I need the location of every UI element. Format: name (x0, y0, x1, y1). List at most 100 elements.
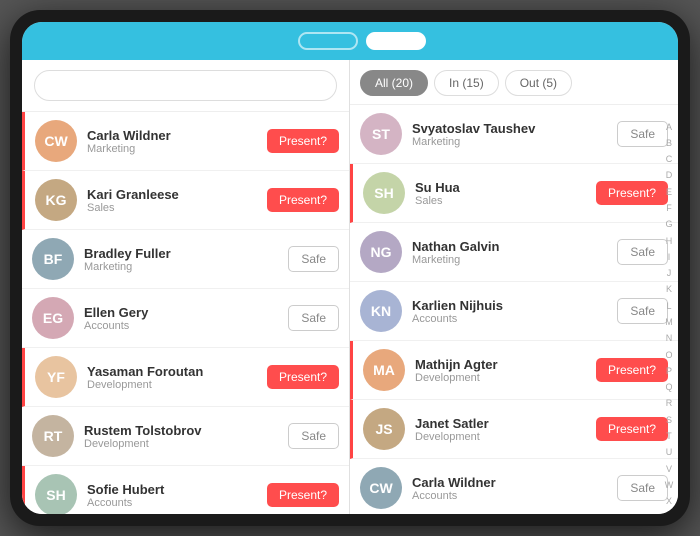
person-name: Mathijn Agter (415, 357, 586, 372)
status-button[interactable]: Safe (617, 121, 668, 147)
person-name: Sofie Hubert (87, 482, 257, 497)
alpha-v[interactable]: V (666, 465, 672, 474)
left-panel: ⌕ CW Carla Wildner Marketing Present? KG… (22, 60, 350, 514)
list-item: SH Sofie Hubert Accounts Present? (22, 466, 349, 514)
list-item: BF Bradley Fuller Marketing Safe (22, 230, 349, 289)
person-info: Karlien Nijhuis Accounts (412, 298, 607, 325)
filter-tab-2[interactable]: Out (5) (505, 70, 572, 96)
alpha-j[interactable]: J (667, 269, 672, 278)
alpha-q[interactable]: Q (665, 383, 672, 392)
list-item: EG Ellen Gery Accounts Safe (22, 289, 349, 348)
right-panel: All (20)In (15)Out (5) ST Svyatoslav Tau… (350, 60, 678, 514)
alpha-t[interactable]: T (666, 432, 672, 441)
status-button[interactable]: Present? (596, 417, 668, 441)
alpha-a[interactable]: A (666, 123, 672, 132)
search-input[interactable] (34, 70, 337, 101)
status-button[interactable]: Safe (617, 298, 668, 324)
person-info: Nathan Galvin Marketing (412, 239, 607, 266)
tab-bar (62, 32, 662, 50)
person-dept: Development (87, 379, 257, 391)
right-list: ST Svyatoslav Taushev Marketing Safe SH … (350, 105, 678, 514)
alpha-k[interactable]: K (666, 285, 672, 294)
person-info: Mathijn Agter Development (415, 357, 586, 384)
alpha-f[interactable]: F (666, 204, 672, 213)
tab-visitors[interactable] (298, 32, 358, 50)
avatar: EG (32, 297, 74, 339)
status-button[interactable]: Present? (267, 365, 339, 389)
list-item: KN Karlien Nijhuis Accounts Safe (350, 282, 678, 341)
alpha-o[interactable]: O (665, 351, 672, 360)
person-info: Kari Granleese Sales (87, 187, 257, 214)
person-dept: Accounts (412, 490, 607, 502)
person-info: Rustem Tolstobrov Development (84, 423, 278, 450)
person-name: Carla Wildner (87, 128, 257, 143)
avatar: SH (363, 172, 405, 214)
back-button[interactable] (38, 39, 50, 43)
avatar: MA (363, 349, 405, 391)
person-dept: Marketing (412, 136, 607, 148)
alpha-i[interactable]: I (668, 253, 671, 262)
alpha-c[interactable]: C (666, 155, 673, 164)
person-name: Nathan Galvin (412, 239, 607, 254)
status-button[interactable]: Present? (267, 188, 339, 212)
avatar: NG (360, 231, 402, 273)
alpha-b[interactable]: B (666, 139, 672, 148)
person-dept: Accounts (87, 497, 257, 509)
alpha-h[interactable]: H (666, 237, 673, 246)
header (22, 22, 678, 60)
person-dept: Sales (87, 202, 257, 214)
alpha-p[interactable]: P (666, 367, 672, 376)
status-button[interactable]: Present? (267, 483, 339, 507)
status-button[interactable]: Present? (267, 129, 339, 153)
tab-employees[interactable] (366, 32, 426, 50)
list-item: CW Carla Wildner Marketing Present? (22, 112, 349, 171)
person-info: Sofie Hubert Accounts (87, 482, 257, 509)
avatar: YF (35, 356, 77, 398)
person-info: Yasaman Foroutan Development (87, 364, 257, 391)
status-button[interactable]: Present? (596, 358, 668, 382)
person-info: Bradley Fuller Marketing (84, 246, 278, 273)
person-info: Ellen Gery Accounts (84, 305, 278, 332)
filter-tab-0[interactable]: All (20) (360, 70, 428, 96)
person-name: Su Hua (415, 180, 586, 195)
person-dept: Sales (415, 195, 586, 207)
status-button[interactable]: Safe (288, 305, 339, 331)
person-dept: Marketing (84, 261, 278, 273)
search-wrapper: ⌕ (34, 70, 337, 101)
person-name: Rustem Tolstobrov (84, 423, 278, 438)
alpha-nav: ABCDEFGHIJKLMNOPQRSTUVWX (662, 115, 676, 514)
alpha-l[interactable]: L (666, 302, 671, 311)
person-name: Kari Granleese (87, 187, 257, 202)
person-name: Bradley Fuller (84, 246, 278, 261)
alpha-m[interactable]: M (665, 318, 673, 327)
avatar: KN (360, 290, 402, 332)
main-body: ⌕ CW Carla Wildner Marketing Present? KG… (22, 60, 678, 514)
avatar: CW (35, 120, 77, 162)
status-button[interactable]: Safe (617, 475, 668, 501)
list-item: YF Yasaman Foroutan Development Present? (22, 348, 349, 407)
alpha-x[interactable]: X (666, 497, 672, 506)
search-bar: ⌕ (22, 60, 349, 112)
avatar: RT (32, 415, 74, 457)
alpha-w[interactable]: W (665, 481, 674, 490)
alpha-u[interactable]: U (666, 448, 673, 457)
avatar: KG (35, 179, 77, 221)
alpha-g[interactable]: G (665, 220, 672, 229)
alpha-d[interactable]: D (666, 171, 673, 180)
list-item: KG Kari Granleese Sales Present? (22, 171, 349, 230)
status-button[interactable]: Safe (288, 423, 339, 449)
alpha-s[interactable]: S (666, 416, 672, 425)
status-button[interactable]: Present? (596, 181, 668, 205)
device-frame: ⌕ CW Carla Wildner Marketing Present? KG… (10, 10, 690, 526)
alpha-e[interactable]: E (666, 188, 672, 197)
status-button[interactable]: Safe (617, 239, 668, 265)
alpha-r[interactable]: R (666, 399, 673, 408)
person-name: Janet Satler (415, 416, 586, 431)
screen: ⌕ CW Carla Wildner Marketing Present? KG… (22, 22, 678, 514)
filter-tab-1[interactable]: In (15) (434, 70, 499, 96)
list-item: RT Rustem Tolstobrov Development Safe (22, 407, 349, 466)
person-name: Svyatoslav Taushev (412, 121, 607, 136)
status-button[interactable]: Safe (288, 246, 339, 272)
person-info: Carla Wildner Marketing (87, 128, 257, 155)
alpha-n[interactable]: N (666, 334, 673, 343)
